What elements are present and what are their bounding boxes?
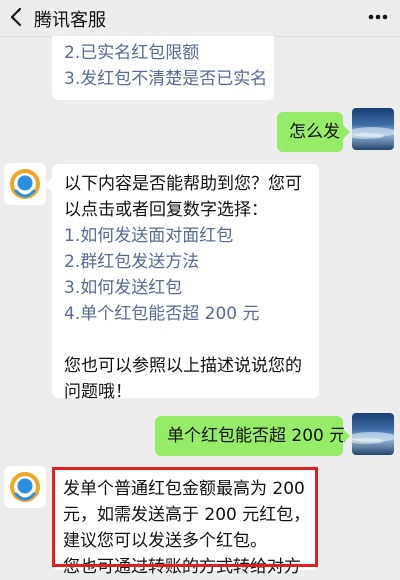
chat-title: 腾讯客服 (34, 10, 106, 31)
bot-avatar[interactable] (4, 466, 46, 508)
chat-header: 腾讯客服 (0, 0, 400, 37)
user-message: 怎么发 (277, 112, 350, 152)
user-message: 单个红包能否超 200 元 (155, 416, 350, 456)
option-item[interactable]: 1.如何发送面对面红包 (64, 223, 307, 249)
option-item[interactable]: 2.已实名红包限额 (64, 40, 262, 66)
bubble-tail (343, 125, 350, 139)
message-text: 元，如需发送高于 200 元红包， (63, 505, 311, 525)
sky-image-icon (352, 127, 394, 139)
message-text: 您也可通过转账的方式转给对方 (63, 557, 301, 577)
user-avatar[interactable] (352, 413, 394, 455)
tencent-service-logo-icon (10, 472, 40, 502)
bot-message: 发单个普通红包金额最高为 200 元，如需发送高于 200 元红包， 建议您可以… (55, 470, 315, 577)
message-text: 建议您可以发送多个红包。 (63, 531, 267, 551)
bot-avatar[interactable] (4, 163, 46, 205)
message-text: 以点击或者回复数字选择： (64, 200, 268, 220)
message-text: 问题哦！ (64, 382, 132, 402)
option-item[interactable]: 2.群红包发送方法 (64, 249, 307, 275)
option-item[interactable]: 3.如何发送红包 (64, 275, 307, 301)
user-avatar[interactable] (352, 108, 394, 150)
bubble-tail (45, 178, 52, 192)
message-text: 您也可以参照以上描述说说您的 (64, 356, 302, 376)
more-options-icon[interactable] (364, 4, 392, 30)
message-text: 发单个普通红包金额最高为 200 (63, 479, 305, 499)
message-text: 单个红包能否超 200 元 (167, 426, 347, 446)
option-item[interactable]: 4.单个红包能否超 200 元 (64, 301, 307, 327)
message-text: 怎么发 (289, 122, 340, 142)
message-text: 以下内容是否能帮助到您？您可 (64, 174, 302, 194)
bot-message-partial: 2.已实名红包限额 3.发红包不清楚是否已实名 (52, 36, 274, 100)
tencent-service-logo-icon (10, 169, 40, 199)
bot-message: 以下内容是否能帮助到您？您可 以点击或者回复数字选择： 1.如何发送面对面红包 … (45, 164, 319, 402)
option-item[interactable]: 3.发红包不清楚是否已实名 (64, 66, 267, 92)
bubble-tail (343, 429, 350, 443)
sky-image-icon (352, 432, 394, 444)
back-arrow-icon[interactable] (6, 3, 28, 31)
